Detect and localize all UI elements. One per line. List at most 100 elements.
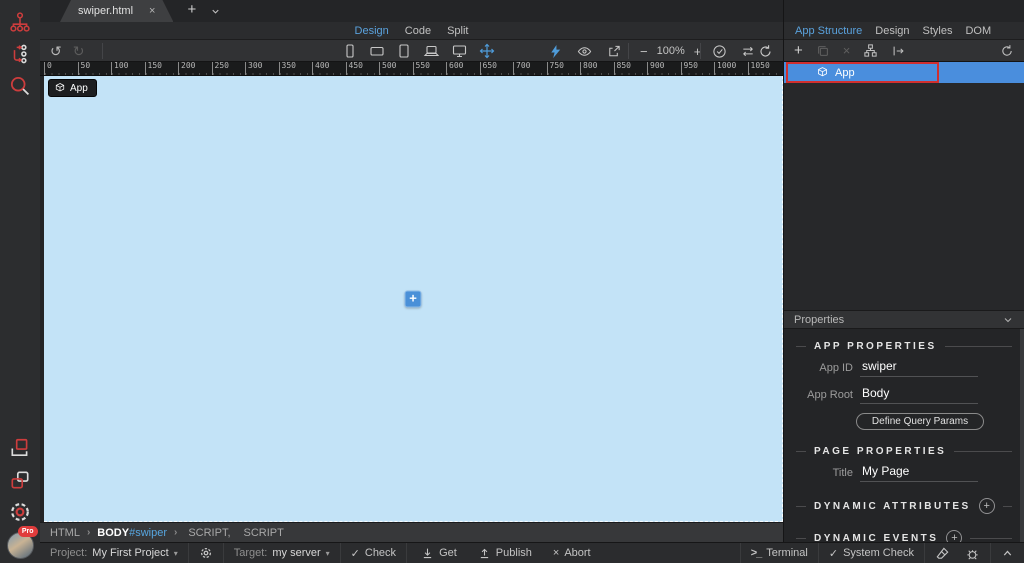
publish-label: Publish: [495, 547, 532, 559]
phone-landscape-icon[interactable]: [369, 43, 385, 59]
add-component-button[interactable]: +: [794, 43, 803, 58]
ruler-tick: 800: [580, 62, 614, 75]
right-panel-top-spacer: [784, 0, 1024, 22]
tab-list-dropdown-icon[interactable]: [210, 0, 221, 22]
get-button[interactable]: Get: [421, 547, 457, 560]
app-root-field: App Root Body: [784, 386, 1024, 404]
page-title-field: Title My Page: [784, 464, 1024, 482]
status-bar: Project: My First Project ▾ Target: my s…: [40, 542, 1024, 563]
page-title-input[interactable]: My Page: [860, 464, 978, 482]
copy-component-icon[interactable]: [816, 44, 830, 58]
zoom-out-button[interactable]: −: [640, 44, 648, 59]
chevron-up-icon: [1001, 547, 1014, 560]
app-root-label: App Root: [807, 389, 853, 401]
tab-design[interactable]: Design: [875, 25, 909, 37]
delete-component-icon[interactable]: ×: [843, 44, 851, 57]
properties-header[interactable]: Properties: [784, 310, 1024, 329]
view-mode-switcher: Design Code Split: [40, 22, 783, 40]
app-structure-toolbar: + ×: [784, 40, 1024, 62]
settings-gear-icon[interactable]: [6, 498, 34, 526]
user-avatar[interactable]: Pro: [6, 526, 38, 559]
breadcrumb-html[interactable]: HTML: [50, 527, 80, 539]
ruler-tick: 250: [211, 62, 245, 75]
app-element-badge[interactable]: App: [48, 79, 97, 97]
expand-inline-icon[interactable]: [891, 44, 906, 58]
status-bar-right: >_ Terminal ✓ System Check: [739, 543, 1024, 563]
abort-button[interactable]: × Abort: [553, 547, 591, 559]
search-icon[interactable]: [6, 72, 34, 100]
check-icon: ✓: [828, 547, 839, 560]
preview-actions-group: [548, 40, 622, 62]
updates-icon[interactable]: [6, 434, 34, 462]
add-element-button[interactable]: +: [404, 290, 422, 307]
project-value: My First Project: [92, 547, 169, 559]
open-in-browser-icon[interactable]: [606, 44, 622, 59]
app-structure-tree: App: [784, 62, 1024, 310]
tab-dom[interactable]: DOM: [965, 25, 991, 37]
history-group: ↺ ↻: [50, 40, 84, 62]
download-icon: [421, 547, 434, 560]
preview-eye-icon[interactable]: [576, 44, 593, 59]
design-canvas[interactable]: App +: [44, 76, 783, 522]
app-root-input[interactable]: Body: [860, 386, 978, 404]
laptop-icon[interactable]: [423, 43, 440, 59]
terminal-button[interactable]: >_ Terminal: [739, 543, 818, 563]
ruler-tick: 100: [111, 62, 145, 75]
move-resize-icon[interactable]: [479, 43, 495, 59]
dynamic-data-lightning-icon[interactable]: [548, 44, 563, 59]
horizontal-ruler: 0 50 100 150 200 250 300 350 400 450 500 550 600 650 7…: [40, 62, 783, 76]
view-mode-split[interactable]: Split: [447, 25, 468, 37]
ruler-tick: 850: [613, 62, 647, 75]
abort-cross-icon: ×: [552, 547, 560, 559]
system-check-button[interactable]: ✓ System Check: [817, 543, 924, 563]
tree-item-app[interactable]: App: [784, 62, 1024, 83]
target-label: Target:: [233, 547, 268, 559]
wappler-window: Pro swiper.html × + Design Code Split ↺ …: [0, 0, 1024, 563]
refresh-icon[interactable]: [758, 44, 773, 59]
component-tree-icon[interactable]: [863, 43, 878, 58]
tablet-portrait-icon[interactable]: [396, 43, 412, 59]
bug-icon[interactable]: [965, 546, 980, 561]
breadcrumb-script-2[interactable]: SCRIPT: [244, 527, 284, 539]
undo-icon[interactable]: ↺: [50, 44, 62, 58]
tab-styles[interactable]: Styles: [923, 25, 953, 37]
eraser-icon[interactable]: [935, 546, 950, 561]
check-button[interactable]: ✓ Check: [341, 543, 408, 563]
publish-button[interactable]: Publish: [478, 547, 532, 560]
debug-tools-group: [924, 543, 990, 563]
refresh-structure-icon[interactable]: [1000, 44, 1014, 58]
abort-label: Abort: [564, 547, 591, 559]
phone-portrait-icon[interactable]: [342, 43, 358, 59]
design-toolbar: ↺ ↻ − 100% +: [40, 40, 783, 62]
workflow-icon[interactable]: [6, 40, 34, 68]
view-mode-code[interactable]: Code: [405, 25, 431, 37]
desktop-icon[interactable]: [451, 43, 468, 59]
target-selector[interactable]: Target: my server ▾: [224, 543, 341, 563]
toolbar-separator: [700, 43, 701, 59]
tab-app-structure[interactable]: App Structure: [795, 25, 862, 37]
page-title-label: Title: [832, 467, 853, 479]
define-query-params-button[interactable]: Define Query Params: [856, 413, 984, 430]
tab-swiper-html[interactable]: swiper.html ×: [60, 0, 173, 22]
collapse-panel-button[interactable]: [990, 543, 1024, 563]
project-settings-button[interactable]: [189, 543, 224, 563]
new-tab-button[interactable]: +: [187, 0, 196, 22]
swap-sync-icon[interactable]: [740, 44, 756, 59]
breadcrumb-script-1[interactable]: SCRIPT,: [188, 527, 230, 539]
site-structure-icon[interactable]: [6, 8, 34, 36]
view-mode-design[interactable]: Design: [355, 25, 389, 37]
ruler-tick: 50: [77, 62, 111, 75]
breadcrumb-body[interactable]: BODY#swiper: [97, 527, 167, 539]
zoom-level[interactable]: 100%: [657, 45, 685, 57]
validate-check-icon[interactable]: [712, 44, 727, 59]
redo-icon[interactable]: ↻: [73, 44, 85, 58]
tab-close-icon[interactable]: ×: [149, 5, 155, 17]
project-selector[interactable]: Project: My First Project ▾: [40, 543, 189, 563]
deploy-group: Get Publish × Abort: [407, 543, 601, 563]
ruler-tick: 550: [412, 62, 446, 75]
extensions-icon[interactable]: [6, 466, 34, 494]
breadcrumb-separator-icon: ›: [173, 527, 178, 538]
app-id-input[interactable]: swiper: [860, 359, 978, 377]
ruler-tick: 1000: [714, 62, 748, 75]
add-dynamic-attribute-button[interactable]: +: [978, 498, 995, 514]
